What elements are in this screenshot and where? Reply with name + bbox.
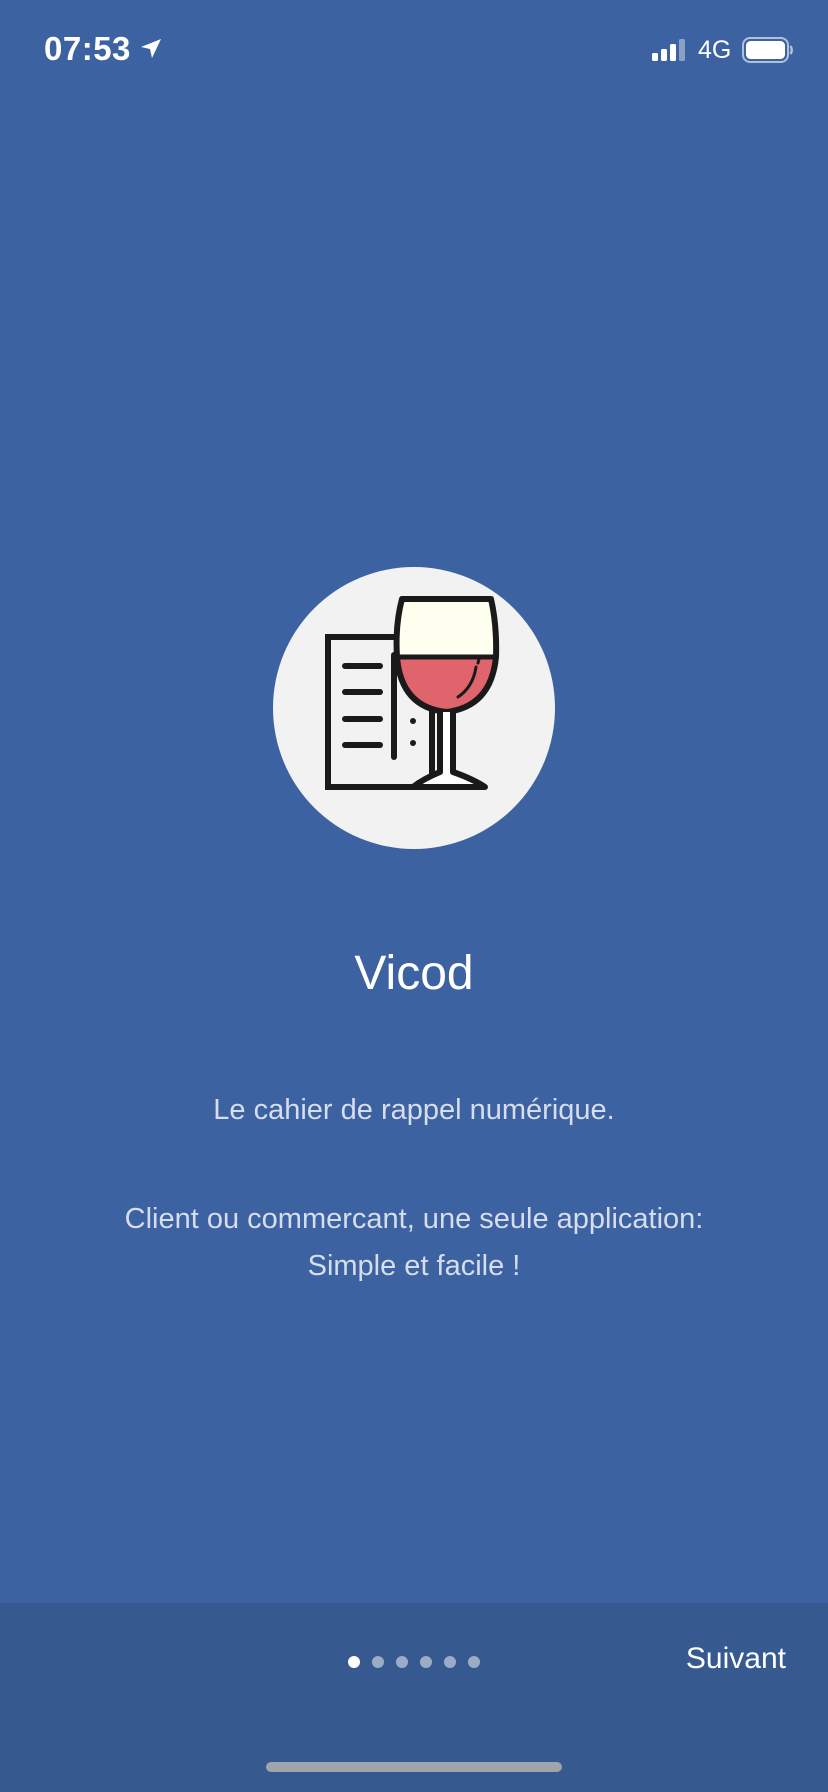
- page-dot[interactable]: [444, 1656, 456, 1668]
- description-line: Client ou commercant, une seule applicat…: [124, 1203, 704, 1235]
- network-label: 4G: [698, 36, 732, 64]
- page-dot[interactable]: [468, 1656, 480, 1668]
- menu-wine-glass-icon: [325, 596, 500, 790]
- page-dot[interactable]: [348, 1656, 360, 1668]
- page-indicator[interactable]: [348, 1656, 480, 1670]
- status-bar: 07:53 4G: [0, 0, 828, 100]
- next-button[interactable]: Suivant: [686, 1642, 786, 1676]
- location-arrow-icon: [141, 39, 161, 58]
- page-dot[interactable]: [420, 1656, 432, 1668]
- description-line: Simple et facile !: [307, 1250, 521, 1282]
- description: Client ou commercant, une seule applicat…: [0, 1196, 828, 1290]
- home-indicator[interactable]: [266, 1762, 562, 1772]
- status-time: 07:53: [44, 30, 131, 67]
- app-title: Vicod: [354, 947, 474, 1000]
- page-dot[interactable]: [372, 1656, 384, 1668]
- signal-icon: [652, 39, 685, 61]
- tagline: Le cahier de rappel numérique.: [213, 1094, 615, 1126]
- page-dot[interactable]: [396, 1656, 408, 1668]
- battery-icon: [742, 37, 793, 63]
